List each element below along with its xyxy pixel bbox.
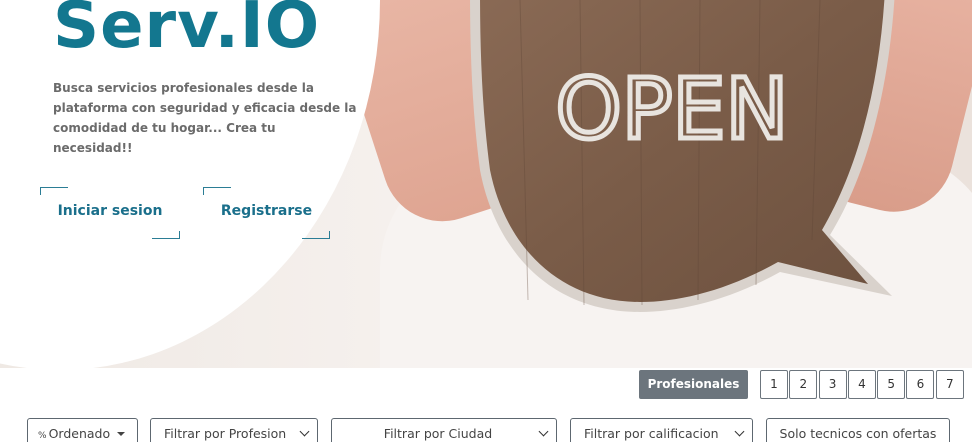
corner-decoration [302, 231, 330, 239]
page-button-1[interactable]: 1 [760, 370, 788, 399]
city-filter-label: Filtrar por Ciudad [383, 426, 493, 441]
profession-filter-select[interactable]: Filtrar por Profesion [150, 418, 318, 442]
offers-only-label: Solo tecnicos con ofertas [779, 426, 937, 441]
chevron-down-icon [299, 426, 310, 437]
brand-logo[interactable]: Serv.IO [53, 0, 320, 70]
sign-open-text: OPEN [556, 60, 789, 158]
page-button-5[interactable]: 5 [877, 370, 906, 399]
register-button[interactable]: Registrarse [203, 187, 330, 239]
page-button-4[interactable]: 4 [847, 370, 876, 399]
sort-icon: % [38, 431, 47, 441]
register-button-label: Registrarse [220, 203, 313, 219]
page-button-2[interactable]: 2 [789, 370, 818, 399]
login-button[interactable]: Iniciar sesion [40, 187, 180, 239]
corner-decoration [40, 187, 68, 195]
profession-filter-label: Filtrar por Profesion [164, 426, 287, 441]
rating-filter-label: Filtrar por calificacion [584, 426, 719, 441]
hero-banner: OPEN Serv.IO Busca servicios profesional… [0, 0, 972, 368]
page-button-7[interactable]: 7 [935, 370, 964, 399]
sort-dropdown-label: Ordenado [48, 426, 111, 441]
city-filter-select[interactable]: Filtrar por Ciudad [331, 418, 557, 442]
hero-tagline: Busca servicios profesionales desde la p… [53, 81, 357, 155]
pagination: 1 2 3 4 5 6 7 [760, 370, 965, 399]
login-button-label: Iniciar sesion [57, 203, 163, 219]
caret-down-icon [117, 432, 125, 436]
offers-only-button[interactable]: Solo tecnicos con ofertas [766, 418, 950, 442]
page-button-3[interactable]: 3 [818, 370, 847, 399]
corner-decoration [203, 187, 231, 195]
sort-dropdown[interactable]: % Ordenado [27, 418, 138, 442]
professionals-badge: Profesionales [639, 370, 748, 399]
chevron-down-icon [734, 426, 745, 437]
corner-decoration [152, 231, 180, 239]
rating-filter-select[interactable]: Filtrar por calificacion [570, 418, 753, 442]
page-button-6[interactable]: 6 [906, 370, 935, 399]
